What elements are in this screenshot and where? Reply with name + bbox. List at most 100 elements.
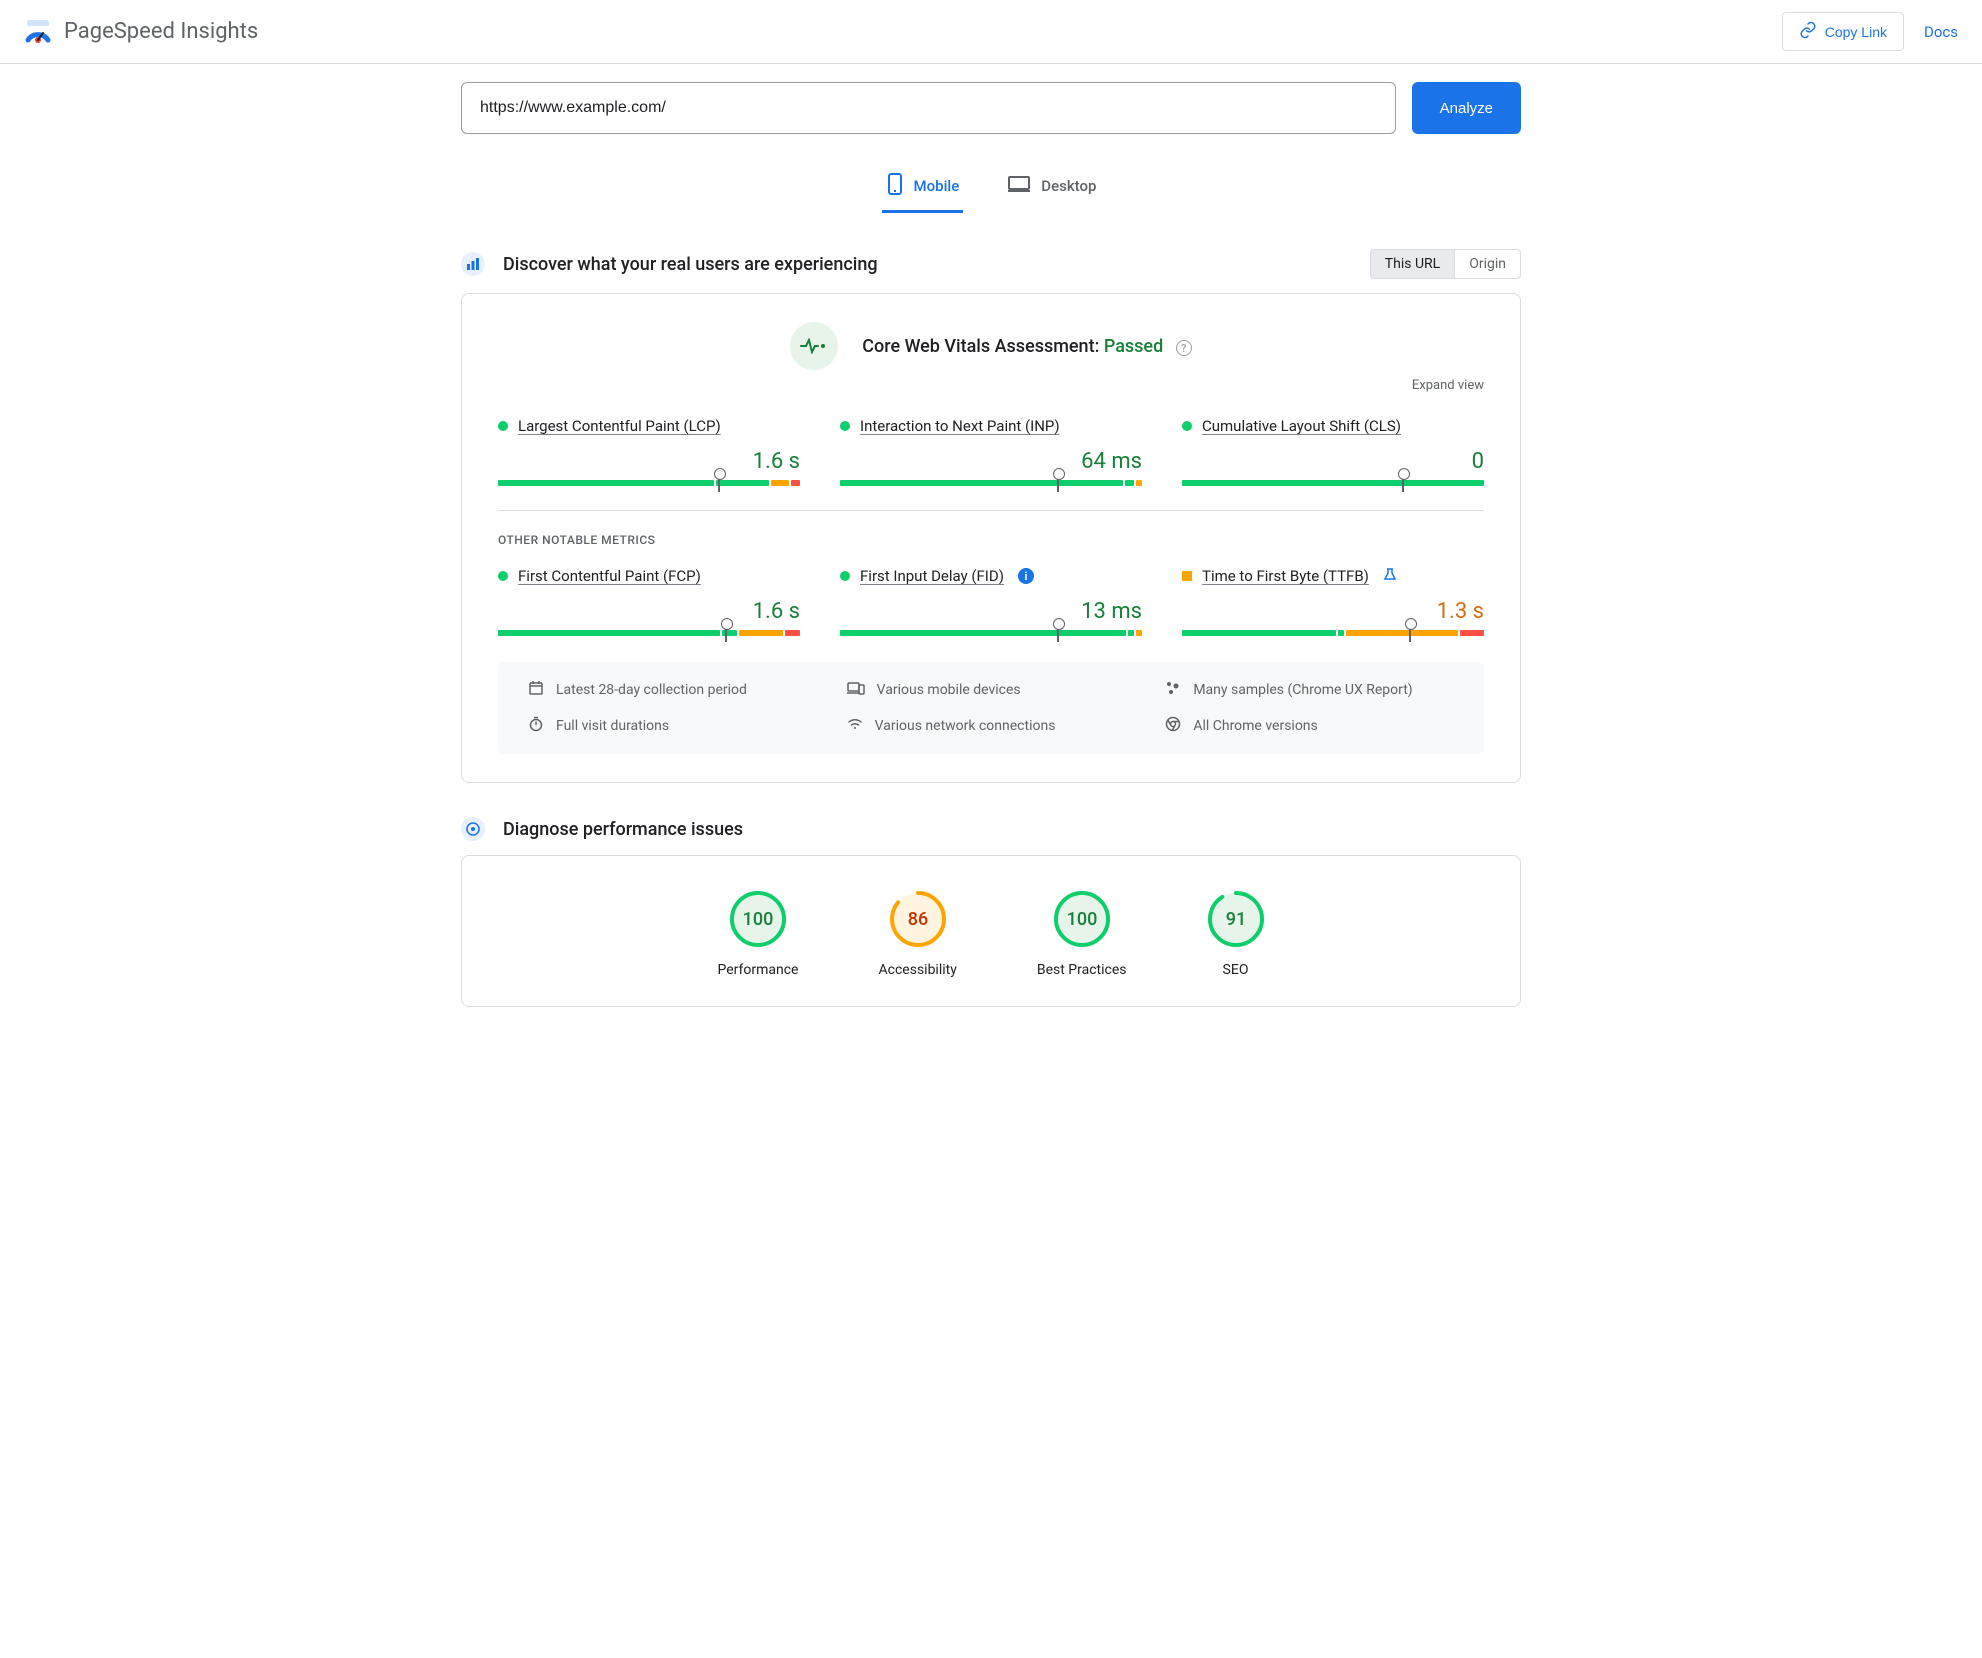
analyze-button[interactable]: Analyze: [1412, 82, 1521, 134]
metric: Time to First Byte (TTFB) 1.3 s: [1182, 567, 1484, 636]
samples-icon: [1165, 680, 1181, 700]
gauge-item[interactable]: 91 SEO: [1207, 890, 1265, 978]
marker-icon: [1409, 624, 1411, 642]
metric-value: 1.6 s: [498, 449, 800, 474]
status-dot-icon: [1182, 421, 1192, 431]
heartbeat-icon: [790, 322, 838, 370]
svg-text:91: 91: [1225, 909, 1245, 930]
tab-desktop[interactable]: Desktop: [1003, 162, 1100, 213]
url-row: Analyze: [461, 82, 1521, 134]
scope-this-url[interactable]: This URL: [1371, 250, 1454, 278]
svg-text:86: 86: [907, 909, 927, 930]
status-dot-icon: [498, 571, 508, 581]
metric-bar: [1182, 480, 1484, 486]
tab-desktop-label: Desktop: [1041, 177, 1096, 195]
metric-value: 13 ms: [840, 599, 1142, 624]
discover-header: Discover what your real users are experi…: [461, 249, 1521, 279]
metric: Largest Contentful Paint (LCP) 1.6 s: [498, 417, 800, 486]
stopwatch-icon: [528, 716, 544, 736]
top-actions: Copy Link Docs: [1782, 12, 1958, 51]
gauge-icon: 91: [1207, 890, 1265, 948]
metric: First Input Delay (FID) i 13 ms: [840, 567, 1142, 636]
copy-link-label: Copy Link: [1825, 24, 1887, 40]
crux-link[interactable]: Chrome UX Report: [1292, 682, 1407, 698]
metric: Cumulative Layout Shift (CLS) 0: [1182, 417, 1484, 486]
metric-name[interactable]: Interaction to Next Paint (INP): [860, 417, 1060, 435]
meta-grid: Latest 28-day collection period Various …: [498, 662, 1484, 754]
metric-name[interactable]: Time to First Byte (TTFB): [1202, 567, 1369, 585]
meta-durations: Full visit durations: [528, 716, 817, 736]
marker-icon: [718, 474, 720, 492]
gauge-icon: 100: [729, 890, 787, 948]
assessment-label: Core Web Vitals Assessment:: [862, 336, 1099, 357]
marker-icon: [1402, 474, 1404, 492]
status-dot-icon: [498, 421, 508, 431]
assessment-text: Core Web Vitals Assessment: Passed ?: [862, 336, 1191, 357]
device-tabs: Mobile Desktop: [461, 162, 1521, 213]
divider: [498, 510, 1484, 511]
gauge-label: Best Practices: [1037, 962, 1127, 978]
meta-network: Various network connections: [847, 716, 1136, 736]
gauge-item[interactable]: 86 Accessibility: [879, 890, 957, 978]
assessment-row: Core Web Vitals Assessment: Passed ?: [498, 322, 1484, 370]
scope-toggle: This URL Origin: [1370, 249, 1521, 279]
metric-name[interactable]: Largest Contentful Paint (LCP): [518, 417, 721, 435]
metric-bar: [840, 480, 1142, 486]
svg-text:100: 100: [1066, 909, 1097, 930]
gauge-item[interactable]: 100 Performance: [718, 890, 799, 978]
pagespeed-logo-icon: [24, 18, 52, 46]
expand-view-link[interactable]: Expand view: [498, 378, 1484, 393]
copy-link-button[interactable]: Copy Link: [1782, 12, 1904, 51]
metric-bar: [840, 630, 1142, 636]
gauge-item[interactable]: 100 Best Practices: [1037, 890, 1127, 978]
metric-bar: [498, 630, 800, 636]
scope-origin[interactable]: Origin: [1454, 250, 1520, 278]
other-metrics-grid: First Contentful Paint (FCP) 1.6 s First I…: [498, 567, 1484, 636]
diagnose-title: Diagnose performance issues: [503, 819, 743, 840]
discover-title: Discover what your real users are experi…: [503, 254, 878, 275]
wifi-icon: [847, 717, 863, 735]
metric-name[interactable]: First Contentful Paint (FCP): [518, 567, 701, 585]
metric-bar: [1182, 630, 1484, 636]
marker-icon: [1057, 474, 1059, 492]
gauge-icon: 100: [1053, 890, 1111, 948]
gauge-row: 100 Performance 86 Accessibility 100 Best Pra…: [498, 866, 1484, 996]
brand: PageSpeed Insights: [24, 18, 258, 46]
marker-icon: [1057, 624, 1059, 642]
metric-value: 1.3 s: [1182, 599, 1484, 624]
devices-icon: [847, 681, 865, 699]
metric-name[interactable]: Cumulative Layout Shift (CLS): [1202, 417, 1401, 435]
meta-period: Latest 28-day collection period: [528, 680, 817, 700]
experimental-icon: [1383, 567, 1397, 585]
mobile-icon: [886, 172, 904, 200]
tab-mobile[interactable]: Mobile: [882, 162, 964, 213]
url-input[interactable]: [461, 82, 1396, 134]
top-bar: PageSpeed Insights Copy Link Docs: [0, 0, 1982, 64]
meta-samples: Many samples (Chrome UX Report): [1165, 680, 1454, 700]
meta-chrome: All Chrome versions: [1165, 716, 1454, 736]
help-icon[interactable]: ?: [1176, 340, 1192, 356]
gauge-label: Accessibility: [879, 962, 957, 978]
tab-mobile-label: Mobile: [914, 177, 960, 195]
metric-value: 64 ms: [840, 449, 1142, 474]
metric-value: 1.6 s: [498, 599, 800, 624]
app-title: PageSpeed Insights: [64, 19, 258, 44]
metric: Interaction to Next Paint (INP) 64 ms: [840, 417, 1142, 486]
vitals-card: Core Web Vitals Assessment: Passed ? Exp…: [461, 293, 1521, 783]
discover-icon: [461, 252, 485, 276]
diagnose-section: Diagnose performance issues 100 Performan…: [461, 817, 1521, 1007]
primary-metrics-grid: Largest Contentful Paint (LCP) 1.6 s Inter…: [498, 417, 1484, 486]
calendar-icon: [528, 680, 544, 700]
docs-link[interactable]: Docs: [1924, 23, 1958, 41]
status-dot-icon: [1182, 571, 1192, 581]
assessment-status: Passed: [1104, 336, 1163, 357]
metric-value: 0: [1182, 449, 1484, 474]
meta-devices: Various mobile devices: [847, 680, 1136, 700]
metric-name[interactable]: First Input Delay (FID): [860, 567, 1004, 585]
gauge-label: SEO: [1207, 962, 1265, 978]
other-metrics-label: OTHER NOTABLE METRICS: [498, 533, 1484, 547]
desktop-icon: [1007, 174, 1031, 198]
chrome-icon: [1165, 716, 1181, 736]
info-icon[interactable]: i: [1018, 568, 1034, 584]
gauge-label: Performance: [718, 962, 799, 978]
